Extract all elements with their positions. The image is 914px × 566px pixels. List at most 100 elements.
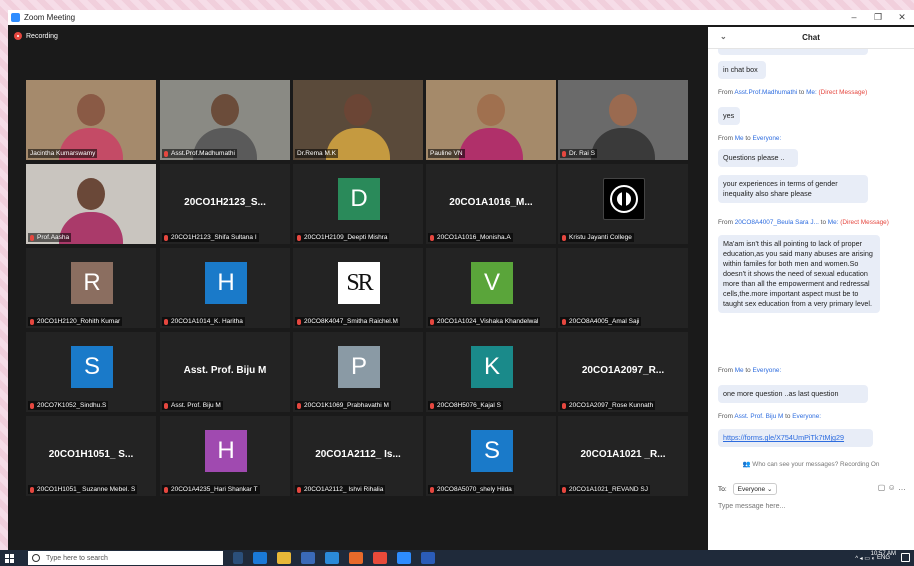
participant-tile[interactable]: 20CO1H2123_S... 20CO1H2123_Shifa Sultana … — [160, 164, 290, 244]
participant-tile[interactable]: Kristu Jayanti College — [558, 164, 688, 244]
participant-tile[interactable]: Dr.Rema M.K — [293, 80, 423, 160]
word-icon[interactable] — [421, 552, 435, 564]
participant-tile[interactable]: P 20CO1K1069_Prabhavathi M — [293, 332, 423, 412]
maximize-button[interactable]: ❐ — [866, 10, 890, 25]
muted-mic-icon — [562, 150, 566, 157]
participant-tile[interactable]: H 20CO1A1014_K. Haritha — [160, 248, 290, 328]
participant-tile[interactable]: Jacintha Kumarswamy — [26, 80, 156, 160]
participant-name: 20CO1K1069_Prabhavathi M — [295, 401, 391, 410]
participant-tile[interactable]: Asst.Prof.Madhumathi — [160, 80, 290, 160]
participant-tile[interactable]: Pauline VN — [426, 80, 556, 160]
store-icon[interactable] — [301, 552, 315, 564]
participant-name-text: 20CO1H2109_Deepti Mishra — [304, 234, 388, 241]
more-icon[interactable]: … — [898, 483, 906, 492]
chat-message-partial — [718, 49, 868, 55]
sender-name[interactable]: Me — [735, 135, 744, 142]
firefox-icon[interactable] — [349, 552, 363, 564]
participant-name-text: 20CO1A1014_K. Haritha — [171, 318, 243, 325]
participant-name: 20CO1A1016_Monisha.A — [428, 233, 513, 242]
close-button[interactable]: ✕ — [890, 10, 914, 25]
muted-mic-icon — [164, 234, 168, 241]
participant-name-text: 20CO1H2120_Rohith Kumar — [37, 318, 121, 325]
sender-name[interactable]: 20CO8A4007_Beula Sara J... — [735, 219, 819, 226]
participant-name: Prof.Aasha — [28, 233, 72, 242]
recipient-select[interactable]: Everyone ⌄ — [732, 483, 778, 495]
chrome-icon[interactable] — [373, 552, 387, 564]
participant-tile[interactable]: S 20CO8A5070_shely Hilda — [426, 416, 556, 496]
title-bar: Zoom Meeting – ❐ ✕ — [8, 10, 914, 25]
participant-name-text: 20CO1H2123_Shifa Sultana I — [171, 234, 257, 241]
participant-name: 20CO1H2123_Shifa Sultana I — [162, 233, 259, 242]
participant-tile[interactable]: D 20CO1H2109_Deepti Mishra — [293, 164, 423, 244]
visibility-note[interactable]: 👥 Who can see your messages? Recording O… — [708, 460, 914, 468]
chat-message-text: Ma'am isn't this all pointing to lack of… — [723, 239, 873, 308]
participant-name: 20CO1A1024_Vishaka Khandelwal — [428, 317, 541, 326]
muted-mic-icon — [297, 486, 301, 493]
visibility-text: Who can see your messages? Recording On — [752, 461, 880, 468]
clock[interactable]: 10:57 AM — [871, 551, 896, 558]
edge-icon[interactable] — [253, 552, 267, 564]
participant-tile[interactable]: SR 20CO8K4047_Smitha Raichel.M — [293, 248, 423, 328]
chat-message-text: yes — [723, 111, 735, 120]
notification-icon[interactable] — [901, 553, 910, 562]
muted-mic-icon — [164, 486, 168, 493]
participant-tile[interactable]: 20CO1H1051_ S... 20CO1H1051_ Suzanne Mebe… — [26, 416, 156, 496]
participant-tile[interactable]: 20CO8A4005_Amal Saji — [558, 248, 688, 328]
participant-tile[interactable]: K 20CO8H5076_Kajal S — [426, 332, 556, 412]
participant-avatar: S — [471, 430, 513, 472]
participant-name-text: Dr.Rema M.K — [297, 150, 337, 157]
chat-message-input[interactable] — [718, 503, 906, 510]
recipient-value: Everyone — [737, 486, 766, 493]
emoji-icon[interactable]: ☺ — [888, 483, 896, 492]
participant-name-text: Pauline VN — [430, 150, 463, 157]
participant-avatar: H — [205, 430, 247, 472]
participant-tile[interactable]: Dr. Rai S — [558, 80, 688, 160]
participant-tile[interactable]: V 20CO1A1024_Vishaka Khandelwal — [426, 248, 556, 328]
participant-name: 20CO7K1052_Sindhu.S — [28, 401, 109, 410]
participant-tile[interactable]: H 20CO1A4235_Hari Shankar T — [160, 416, 290, 496]
chat-message: yes — [718, 107, 740, 125]
participant-tile[interactable]: S 20CO7K1052_Sindhu.S — [26, 332, 156, 412]
muted-mic-icon — [164, 318, 168, 325]
minimize-button[interactable]: – — [842, 10, 866, 25]
participant-face — [477, 94, 505, 126]
chat-messages: in chat box From Asst.Prof.Madhumathi to … — [708, 49, 914, 459]
chat-message-header: From Asst.Prof.Madhumathi to Me: (Direct… — [718, 89, 868, 96]
participant-name: Dr.Rema M.K — [295, 149, 339, 158]
chat-link[interactable]: https://forms.gle/X754UmPiTk7tMjg29 — [723, 433, 844, 442]
participant-face — [609, 94, 637, 126]
participant-name-text: 20CO1A1024_Vishaka Khandelwal — [437, 318, 539, 325]
muted-mic-icon — [297, 402, 301, 409]
participant-avatar: K — [471, 346, 513, 388]
participant-tile[interactable]: Prof.Aasha — [26, 164, 156, 244]
participant-tile[interactable]: R 20CO1H2120_Rohith Kumar — [26, 248, 156, 328]
participant-tile[interactable]: Asst. Prof. Biju M Asst. Prof. Biju M — [160, 332, 290, 412]
zoom-taskbar-icon[interactable] — [397, 552, 411, 564]
participant-name-display: Asst. Prof. Biju M — [183, 365, 267, 376]
task-view-icon[interactable] — [233, 552, 243, 564]
participant-tile[interactable]: 20CO1A2112_ Is... 20CO1A2112_ Ishvi Rihal… — [293, 416, 423, 496]
recipient-name: Me: — [827, 219, 839, 226]
recording-label: Recording — [26, 32, 58, 40]
sender-name[interactable]: Asst.Prof.Madhumathi — [734, 89, 797, 96]
sender-name[interactable]: Me — [735, 367, 744, 374]
file-explorer-icon[interactable] — [277, 552, 291, 564]
participant-avatar: V — [471, 262, 513, 304]
mail-icon[interactable] — [325, 552, 339, 564]
participant-name: 20CO1H2120_Rohith Kumar — [28, 317, 123, 326]
participant-tile[interactable]: 20CO1A2097_R... 20CO1A2097_Rose Kunnath — [558, 332, 688, 412]
participant-tile[interactable]: 20CO1A1016_M... 20CO1A1016_Monisha.A — [426, 164, 556, 244]
participant-tile[interactable]: 20CO1A1021 _R... 20CO1A1021_REVAND SJ — [558, 416, 688, 496]
file-icon[interactable]: ▢ — [878, 483, 886, 492]
chevron-down-icon[interactable]: ⌄ — [720, 32, 727, 41]
chat-message-text: Questions please .. — [723, 153, 785, 162]
chat-message: in chat box — [718, 61, 766, 79]
start-button[interactable] — [0, 550, 18, 566]
participant-name-text: Jacintha Kumarswamy — [30, 150, 96, 157]
muted-mic-icon — [30, 402, 34, 409]
participant-name: 20CO1H1051_ Suzanne Mebel. S — [28, 485, 138, 494]
taskbar-search[interactable]: Type here to search — [28, 551, 223, 565]
recording-icon — [14, 32, 22, 40]
recording-indicator[interactable]: Recording — [14, 32, 58, 40]
sender-name[interactable]: Asst. Prof. Biju M — [734, 413, 783, 420]
